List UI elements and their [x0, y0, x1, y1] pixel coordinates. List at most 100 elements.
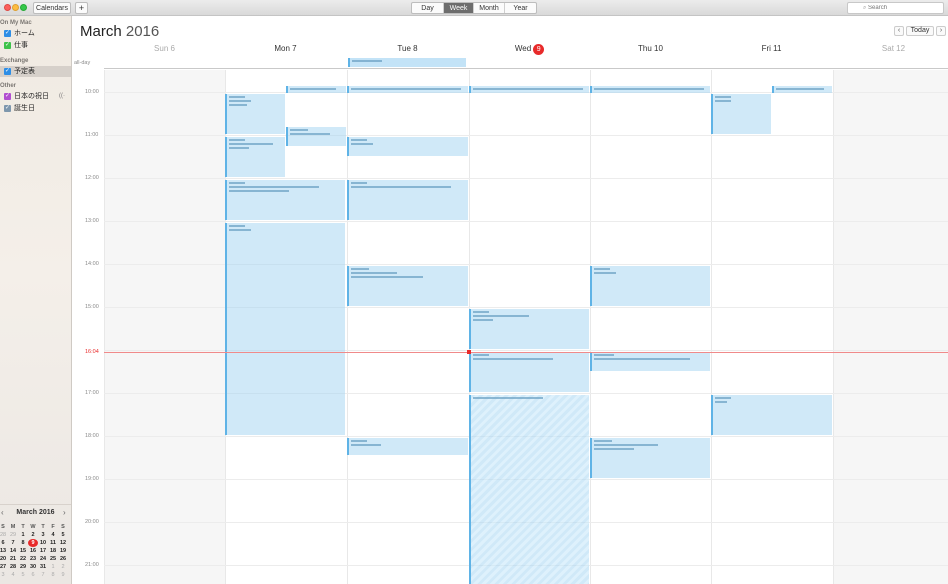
mini-calendar-day[interactable]: 3 [0, 571, 8, 579]
event-block[interactable] [711, 94, 771, 134]
mini-calendar-day[interactable]: 1 [18, 531, 28, 539]
day-header-sat[interactable]: Sat 12 [833, 44, 948, 53]
day-header-wed[interactable]: Wed 9 [469, 44, 590, 55]
minimize-window-button[interactable] [12, 4, 19, 11]
event-block[interactable] [225, 94, 285, 134]
search-field[interactable]: ⌕ [847, 2, 944, 14]
mini-calendar-day[interactable]: 14 [8, 547, 18, 555]
event-block[interactable] [590, 266, 710, 306]
event-block[interactable] [590, 352, 710, 371]
mini-calendar-day[interactable]: 5 [58, 531, 68, 539]
mini-calendar-day[interactable]: 26 [58, 555, 68, 563]
event-block[interactable] [469, 395, 589, 584]
mini-calendar-day[interactable]: 11 [48, 539, 58, 547]
view-day-tab[interactable]: Day [412, 3, 444, 13]
calendar-window: Calendars + Day Week Month Year ⌕ On My … [0, 0, 948, 584]
view-month-tab[interactable]: Month [474, 3, 505, 13]
event-block[interactable] [590, 86, 710, 93]
mini-calendar-day[interactable]: 2 [28, 531, 38, 539]
mini-calendar-day[interactable]: 6 [28, 571, 38, 579]
search-input[interactable] [868, 5, 929, 11]
mini-calendar-day[interactable]: 7 [38, 571, 48, 579]
calendar-item-home[interactable]: ✓ ホーム [0, 28, 71, 39]
calendar-item-schedule[interactable]: ✓ 予定表 [0, 66, 71, 77]
add-event-button[interactable]: + [75, 2, 88, 14]
time-label: 13:00 [85, 218, 99, 224]
calendar-item-birthdays[interactable]: ✓ 誕生日 [0, 103, 71, 114]
mini-calendar-day[interactable]: 19 [58, 547, 68, 555]
mini-calendar-day[interactable]: 23 [28, 555, 38, 563]
mini-calendar-next-button[interactable]: › [63, 508, 66, 517]
mini-calendar-day[interactable]: 7 [8, 539, 18, 547]
event-block[interactable] [286, 86, 346, 93]
event-block[interactable] [347, 86, 468, 93]
mini-calendar-day[interactable]: 5 [18, 571, 28, 579]
event-block[interactable] [469, 352, 589, 392]
event-block[interactable] [711, 395, 832, 435]
mini-calendar-day[interactable]: 31 [38, 563, 48, 571]
mini-calendar-day[interactable]: 27 [0, 563, 8, 571]
event-block[interactable] [347, 180, 468, 220]
checkbox-checked-icon[interactable]: ✓ [4, 30, 11, 37]
calendars-button[interactable]: Calendars [33, 2, 71, 14]
mini-calendar-day[interactable]: 18 [48, 547, 58, 555]
mini-calendar-day[interactable]: 8 [48, 571, 58, 579]
mini-calendar-day[interactable]: 2 [58, 563, 68, 571]
mini-calendar-day[interactable]: 6 [0, 539, 8, 547]
event-block[interactable] [286, 127, 346, 146]
mini-calendar-day[interactable]: 10 [38, 539, 48, 547]
mini-calendar-day[interactable]: 13 [0, 547, 8, 555]
checkbox-checked-icon[interactable]: ✓ [4, 93, 11, 100]
event-block[interactable] [347, 438, 468, 455]
calendar-item-work[interactable]: ✓ 仕事 [0, 40, 71, 51]
mini-calendar-day[interactable]: 17 [38, 547, 48, 555]
mini-calendar-day[interactable]: 9 [58, 571, 68, 579]
mini-calendar-day[interactable]: 1 [48, 563, 58, 571]
mini-calendar-day[interactable]: 4 [48, 531, 58, 539]
mini-calendar-day[interactable]: 3 [38, 531, 48, 539]
mini-calendar-day[interactable]: 22 [18, 555, 28, 563]
day-header-tue[interactable]: Tue 8 [347, 44, 468, 53]
previous-week-button[interactable]: ‹ [894, 26, 904, 36]
mini-calendar-weekday: M [10, 524, 16, 530]
mini-calendar-day[interactable]: 28 [0, 531, 8, 539]
view-year-tab[interactable]: Year [505, 3, 536, 13]
event-block[interactable] [225, 223, 345, 435]
today-button[interactable]: Today [906, 26, 934, 36]
next-week-button[interactable]: › [936, 26, 946, 36]
mini-calendar-day[interactable]: 20 [0, 555, 8, 563]
mini-calendar-day[interactable]: 29 [18, 563, 28, 571]
event-block[interactable] [347, 137, 468, 156]
zoom-window-button[interactable] [20, 4, 27, 11]
all-day-event[interactable] [348, 58, 466, 67]
mini-calendar-day[interactable]: 29 [8, 531, 18, 539]
view-week-tab[interactable]: Week [444, 3, 474, 13]
mini-calendar-day[interactable]: 24 [38, 555, 48, 563]
event-block[interactable] [347, 266, 468, 306]
day-header-fri[interactable]: Fri 11 [711, 44, 832, 53]
event-block[interactable] [225, 137, 285, 177]
mini-calendar-day[interactable]: 12 [58, 539, 68, 547]
day-header-thu[interactable]: Thu 10 [590, 44, 711, 53]
mini-calendar-day[interactable]: 21 [8, 555, 18, 563]
event-block[interactable] [469, 309, 589, 349]
day-header-sun[interactable]: Sun 6 [104, 44, 225, 53]
mini-calendar-day[interactable]: 30 [28, 563, 38, 571]
calendar-item-jp-holidays[interactable]: ✓ 日本の祝日 ((· [0, 91, 71, 102]
event-block[interactable] [469, 86, 589, 93]
event-block[interactable] [225, 180, 345, 220]
mini-calendar-day[interactable]: 8 [18, 539, 28, 547]
checkbox-checked-icon[interactable]: ✓ [4, 68, 11, 75]
mini-calendar-today[interactable]: 9 [28, 539, 38, 547]
event-block[interactable] [772, 86, 832, 93]
event-block[interactable] [590, 438, 710, 478]
checkbox-checked-icon[interactable]: ✓ [4, 42, 11, 49]
close-window-button[interactable] [4, 4, 11, 11]
mini-calendar-day[interactable]: 16 [28, 547, 38, 555]
mini-calendar-day[interactable]: 15 [18, 547, 28, 555]
mini-calendar-day[interactable]: 28 [8, 563, 18, 571]
mini-calendar-day[interactable]: 4 [8, 571, 18, 579]
mini-calendar-day[interactable]: 25 [48, 555, 58, 563]
checkbox-checked-icon[interactable]: ✓ [4, 105, 11, 112]
day-header-mon[interactable]: Mon 7 [225, 44, 346, 53]
